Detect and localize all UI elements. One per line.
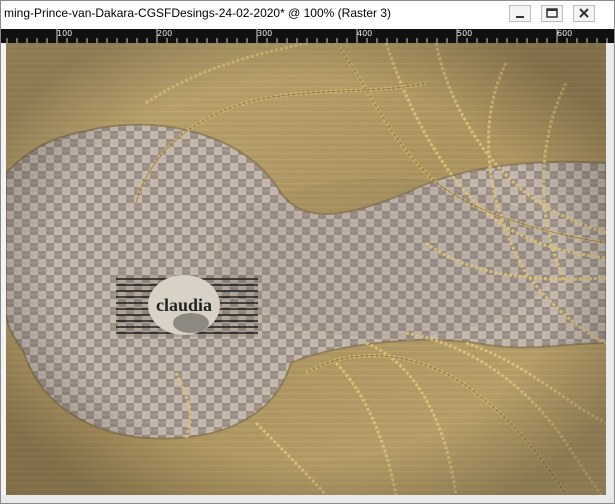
- ruler-label-400: 400: [357, 29, 373, 38]
- artwork: claudia: [6, 43, 606, 495]
- ruler-label-200: 200: [157, 29, 173, 38]
- close-icon: [579, 8, 589, 18]
- maximize-icon: [546, 8, 558, 18]
- ruler-label-300: 300: [257, 29, 273, 38]
- minimize-icon: [516, 16, 524, 18]
- minimize-button[interactable]: [509, 5, 531, 22]
- ruler-label-500: 500: [457, 29, 473, 38]
- ruler-label-600: 600: [557, 29, 573, 38]
- horizontal-ruler[interactable]: 100 200 300 400 500 600: [1, 29, 614, 43]
- image-canvas[interactable]: claudia: [6, 43, 606, 495]
- image-window: ming-Prince-van-Dakara-CGSFDesings-24-02…: [0, 0, 615, 504]
- horizontal-scrollbar[interactable]: [1, 495, 614, 503]
- close-button[interactable]: [573, 5, 595, 22]
- window-title: ming-Prince-van-Dakara-CGSFDesings-24-02…: [4, 6, 391, 20]
- ruler-ticks: [6, 29, 608, 43]
- vertical-scrollbar[interactable]: [606, 43, 614, 495]
- ruler-label-100: 100: [57, 29, 73, 38]
- maximize-button[interactable]: [541, 5, 563, 22]
- window-titlebar[interactable]: ming-Prince-van-Dakara-CGSFDesings-24-02…: [1, 1, 614, 29]
